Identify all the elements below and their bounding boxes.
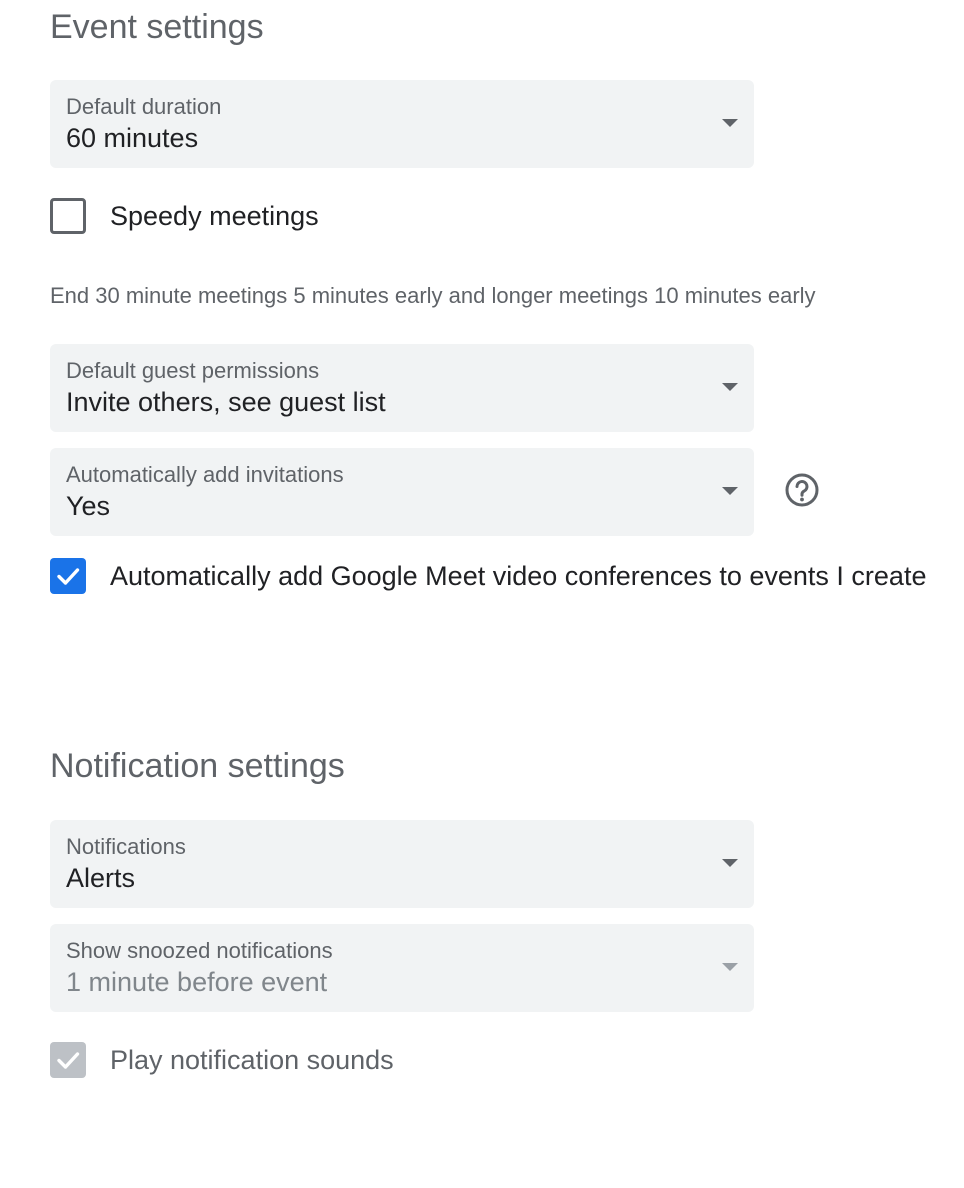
- speedy-meetings-label[interactable]: Speedy meetings: [110, 200, 319, 232]
- google-meet-checkbox[interactable]: [50, 558, 86, 594]
- dropdown-arrow-icon: [722, 963, 738, 971]
- notifications-label: Notifications: [66, 834, 186, 859]
- checkmark-icon: [57, 568, 80, 585]
- snoozed-notifications-label: Show snoozed notifications: [66, 938, 333, 963]
- notification-sounds-checkbox: [50, 1042, 86, 1078]
- dropdown-arrow-icon: [722, 859, 738, 867]
- notification-sounds-label: Play notification sounds: [110, 1045, 394, 1075]
- auto-add-invitations-value: Yes: [66, 491, 111, 521]
- guest-permissions-value: Invite others, see guest list: [66, 387, 386, 417]
- speedy-meetings-helper-text: End 30 minute meetings 5 minutes early a…: [50, 283, 816, 308]
- snoozed-notifications-select: Show snoozed notifications 1 minute befo…: [50, 924, 754, 1012]
- guest-permissions-select[interactable]: Default guest permissions Invite others,…: [50, 344, 754, 432]
- auto-add-invitations-label: Automatically add invitations: [66, 462, 344, 487]
- snoozed-notifications-value: 1 minute before event: [66, 967, 328, 997]
- default-duration-value: 60 minutes: [66, 123, 199, 153]
- default-duration-select[interactable]: Default duration 60 minutes: [50, 80, 754, 168]
- google-meet-label[interactable]: Automatically add Google Meet video conf…: [110, 560, 926, 592]
- guest-permissions-label: Default guest permissions: [66, 358, 320, 383]
- dropdown-arrow-icon: [722, 487, 738, 495]
- dropdown-arrow-icon: [722, 383, 738, 391]
- notifications-select[interactable]: Notifications Alerts: [50, 820, 754, 908]
- auto-add-invitations-select[interactable]: Automatically add invitations Yes: [50, 448, 754, 536]
- event-settings-title: Event settings: [50, 8, 264, 46]
- speedy-meetings-checkbox[interactable]: [50, 198, 86, 234]
- help-circle-icon[interactable]: [784, 472, 820, 508]
- dropdown-arrow-icon: [722, 119, 738, 127]
- default-duration-label: Default duration: [66, 94, 222, 119]
- checkmark-icon: [57, 1052, 80, 1069]
- notification-settings-title: Notification settings: [50, 747, 345, 785]
- notifications-value: Alerts: [66, 863, 136, 893]
